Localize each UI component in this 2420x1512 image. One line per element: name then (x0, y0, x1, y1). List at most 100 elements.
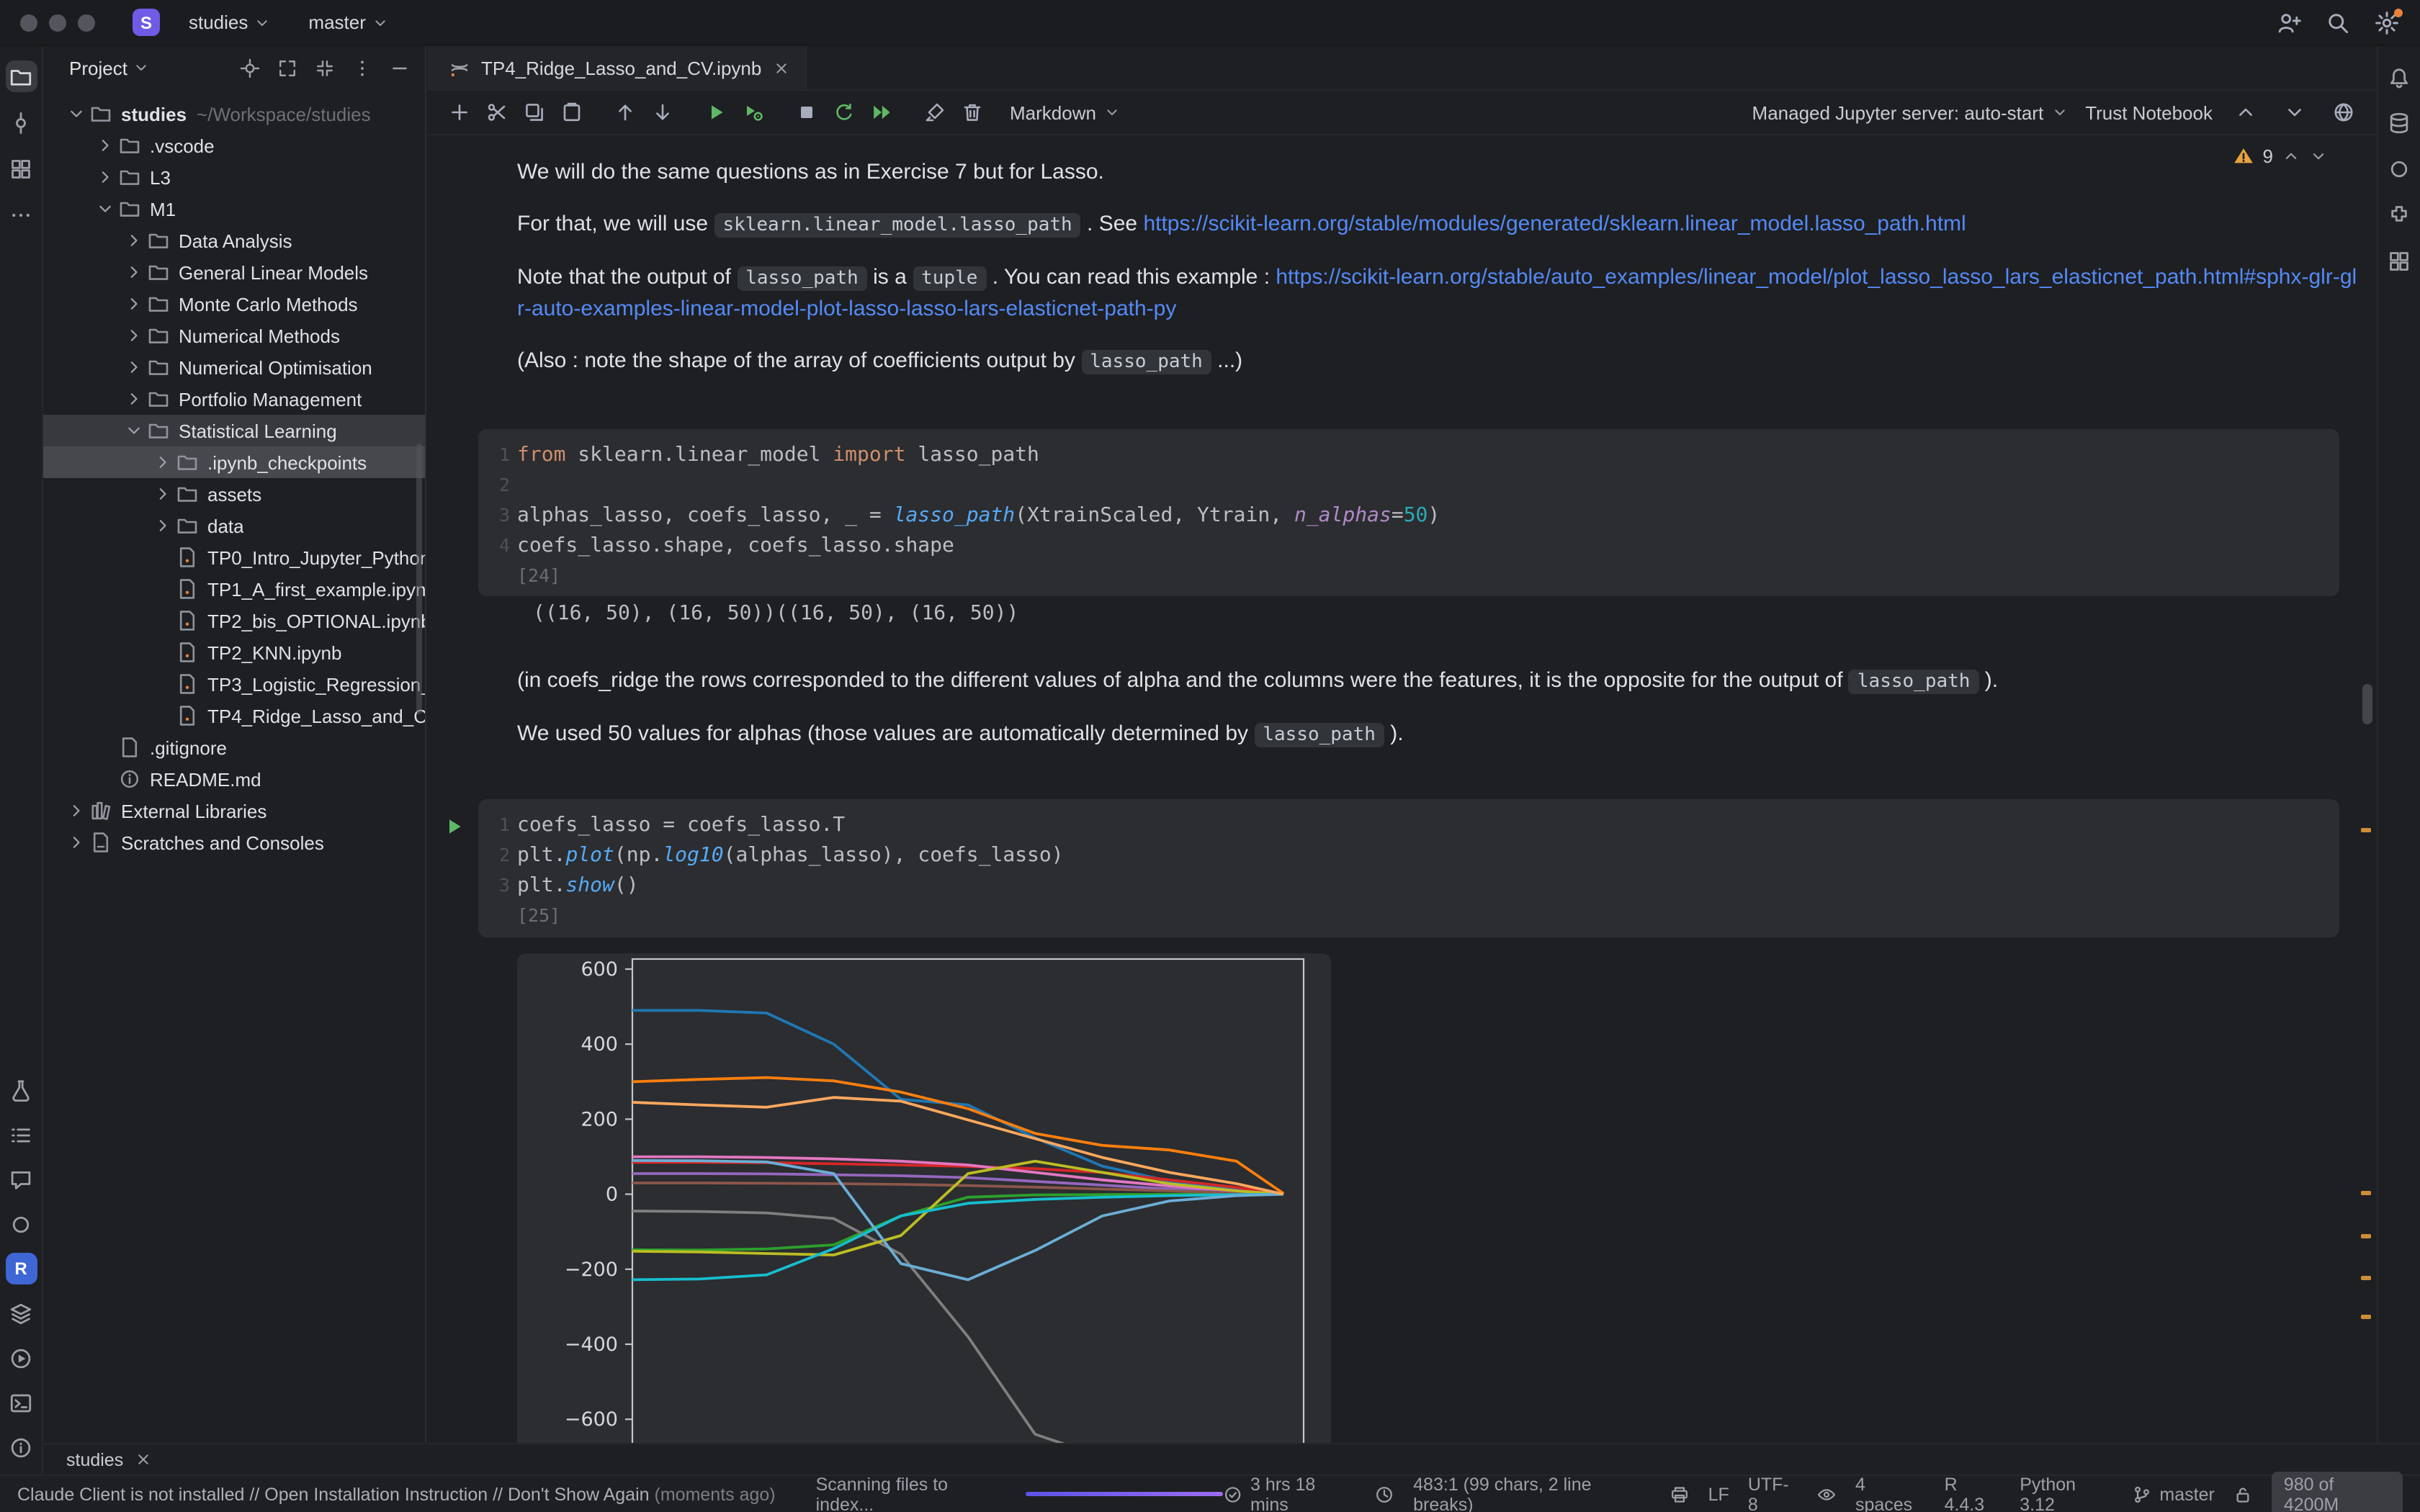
tool-ai-chat-button[interactable] (5, 1164, 37, 1195)
chevron-down-icon[interactable] (133, 59, 151, 76)
status-history[interactable] (1374, 1484, 1394, 1504)
tree-item-data[interactable]: data (43, 510, 425, 541)
tree-item-tp2-knn-ipynb[interactable]: TP2_KNN.ipynb (43, 636, 425, 668)
collapse-all-icon[interactable] (310, 53, 339, 82)
tool-version-control-button[interactable] (5, 107, 37, 138)
status-python-interpreter[interactable]: Python 3.12 (2020, 1474, 2113, 1512)
tree-item-portfolio-management[interactable]: Portfolio Management (43, 383, 425, 415)
tool-terminal-button[interactable] (5, 1387, 37, 1418)
tree-item-data-analysis[interactable]: Data Analysis (43, 225, 425, 256)
tool-database-button[interactable] (2383, 107, 2415, 138)
tool-dependencies-button[interactable] (2383, 245, 2415, 276)
trust-notebook-button[interactable]: Trust Notebook (2085, 102, 2213, 123)
chevron-right-icon[interactable] (124, 325, 144, 346)
scrollbar-thumb[interactable] (2362, 684, 2372, 724)
run-cell-debug-button[interactable] (736, 95, 771, 130)
search-everywhere-icon[interactable] (2325, 9, 2351, 35)
tree-item-tp1-a-first-example-ipynb[interactable]: TP1_A_first_example.ipynb (43, 573, 425, 605)
tree-item-tp0-intro-jupyter-python-ip[interactable]: TP0_Intro_Jupyter_Python.ip… (43, 541, 425, 573)
move-cell-up-button[interactable] (608, 95, 642, 130)
chevron-right-icon[interactable] (124, 389, 144, 409)
status-line-separator[interactable]: LF (1708, 1484, 1729, 1504)
close-icon[interactable] (133, 1450, 152, 1469)
chevron-right-icon[interactable] (153, 516, 173, 536)
status-time-tracker[interactable]: 3 hrs 18 mins (1224, 1474, 1355, 1512)
markdown-cell-2[interactable]: (in coefs_ridge the rows corresponded to… (517, 665, 2357, 772)
tree-item-monte-carlo-methods[interactable]: Monte Carlo Methods (43, 288, 425, 320)
inspection-mark[interactable] (2361, 1276, 2371, 1280)
expand-all-icon[interactable] (272, 53, 301, 82)
window-minimize-button[interactable] (49, 14, 66, 31)
window-close-button[interactable] (20, 14, 37, 31)
code-text[interactable]: from sklearn.linear_model import lasso_p… (517, 443, 1039, 466)
markdown-link[interactable]: https://scikit-learn.org/stable/modules/… (1143, 212, 1966, 236)
tree-item-external-libraries[interactable]: External Libraries (43, 795, 425, 827)
cell-type-dropdown[interactable]: Markdown (1010, 102, 1121, 123)
branch-widget[interactable]: master (300, 7, 397, 37)
tool-plugins-button[interactable] (2383, 199, 2415, 230)
clear-outputs-button[interactable] (918, 95, 952, 130)
tree-item-vscode[interactable]: .vscode (43, 130, 425, 161)
chevron-right-icon[interactable] (124, 262, 144, 282)
restart-kernel-button[interactable] (827, 95, 861, 130)
status-r-interpreter[interactable]: R 4.4.3 (1945, 1474, 2002, 1512)
tool-structure-button[interactable] (5, 153, 37, 184)
tool-database-layers-button[interactable] (5, 1297, 37, 1329)
code-text[interactable]: plt.show() (517, 873, 639, 896)
chevron-right-icon[interactable] (66, 801, 86, 821)
tool-window-tab-studies[interactable]: studies (66, 1449, 152, 1470)
project-scrollbar[interactable] (416, 444, 422, 714)
code-text[interactable]: coefs_lasso = coefs_lasso.T (517, 813, 845, 836)
chevron-right-icon[interactable] (124, 357, 144, 377)
hide-icon[interactable] (385, 53, 413, 82)
status-memory-indicator[interactable]: 980 of 4200M (2272, 1471, 2403, 1512)
chevron-right-icon[interactable] (124, 294, 144, 314)
cut-cell-button[interactable] (480, 95, 514, 130)
open-in-browser-button[interactable] (2328, 96, 2360, 128)
tree-item-scratches-and-consoles[interactable]: Scratches and Consoles (43, 827, 425, 858)
copy-cell-button[interactable] (517, 95, 552, 130)
run-all-cells-button[interactable] (864, 95, 899, 130)
project-panel-title[interactable]: Project (69, 57, 127, 78)
tree-item-general-linear-models[interactable]: General Linear Models (43, 256, 425, 288)
code-cell-2[interactable]: 1coefs_lasso = coefs_lasso.T2plt.plot(np… (478, 799, 2339, 937)
inspection-mark[interactable] (2361, 828, 2371, 832)
code-text[interactable]: alphas_lasso, coefs_lasso, _ = lasso_pat… (517, 503, 1440, 526)
collapse-cells-button[interactable] (2230, 96, 2262, 128)
tool-more-tool-windows-button[interactable] (5, 199, 37, 230)
move-cell-down-button[interactable] (645, 95, 680, 130)
chevron-right-icon[interactable] (95, 167, 115, 187)
chevron-down-icon[interactable] (95, 199, 115, 219)
interrupt-kernel-button[interactable] (789, 95, 824, 130)
status-lock[interactable] (2233, 1484, 2254, 1504)
window-zoom-button[interactable] (78, 14, 95, 31)
close-icon[interactable] (771, 58, 790, 77)
jupyter-server-dropdown[interactable]: Managed Jupyter server: auto-start (1752, 102, 2069, 123)
notification-action-dismiss[interactable]: Don't Show Again (508, 1484, 650, 1504)
select-opened-file-icon[interactable] (235, 53, 264, 82)
code-text[interactable] (517, 473, 529, 496)
code-text[interactable]: coefs_lasso.shape, coefs_lasso.shape (517, 534, 954, 557)
options-icon[interactable] (347, 53, 376, 82)
tool-code-with-me-button[interactable] (5, 1208, 37, 1240)
run-cell-gutter-icon[interactable] (442, 815, 465, 838)
notification-action-install[interactable]: Open Installation Instruction (264, 1484, 488, 1504)
add-cell-button[interactable] (442, 95, 477, 130)
tree-item-gitignore[interactable]: .gitignore (43, 732, 425, 763)
editor-scrollbar-stripe[interactable] (2357, 46, 2377, 1443)
tree-item-statistical-learning[interactable]: Statistical Learning (43, 415, 425, 446)
status-notification[interactable]: Claude Client is not installed // Open I… (0, 1484, 776, 1504)
editor-tab[interactable]: TP4_Ridge_Lasso_and_CV.ipynb (428, 46, 806, 89)
chevron-right-icon[interactable] (95, 135, 115, 156)
tool-python-packages-button[interactable] (5, 1074, 37, 1106)
status-caret-position[interactable]: 483:1 (99 chars, 2 line breaks) (1413, 1474, 1650, 1512)
tool-r-console-button[interactable]: R (5, 1253, 37, 1284)
tool-ai-assistant-button[interactable] (2383, 153, 2415, 184)
settings-gear-icon[interactable] (2374, 9, 2400, 35)
tree-item-numerical-methods[interactable]: Numerical Methods (43, 320, 425, 351)
status-reader-mode[interactable] (1816, 1484, 1837, 1504)
tree-item-tp3-logistic-regression-an[interactable]: TP3_Logistic_Regression_an… (43, 668, 425, 700)
tree-item-studies[interactable]: studies~/Workspace/studies (43, 98, 425, 130)
tree-item-tp2-bis-optional-ipynb[interactable]: TP2_bis_OPTIONAL.ipynb (43, 605, 425, 636)
tree-item-ipynb-checkpoints[interactable]: .ipynb_checkpoints (43, 446, 425, 478)
